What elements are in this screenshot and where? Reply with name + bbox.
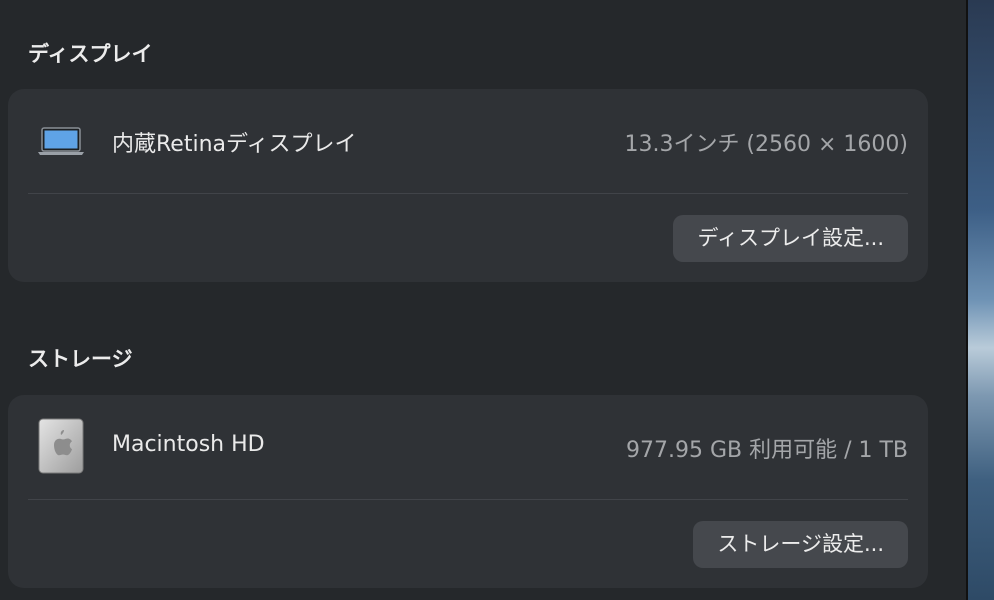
storage-capacity-value: 977.95 GB 利用可能 / 1 TB	[625, 438, 908, 463]
divider	[28, 499, 908, 500]
display-size-value: 13.3インチ (2560 × 1600)	[624, 132, 908, 157]
hard-drive-icon	[38, 418, 84, 478]
settings-window: ディスプレイ 内蔵Retinaディスプレイ 13.3インチ (2560 × 16…	[0, 0, 966, 600]
storage-row: Macintosh HD 977.95 GB 利用可能 / 1 TB	[8, 395, 928, 495]
desktop-wallpaper-strip	[966, 0, 994, 600]
display-settings-button[interactable]: ディスプレイ設定...	[673, 215, 908, 262]
display-name-label: 内蔵Retinaディスプレイ	[112, 132, 357, 157]
display-row: 内蔵Retinaディスプレイ 13.3インチ (2560 × 1600)	[8, 89, 928, 189]
storage-section-title: ストレージ	[28, 347, 133, 371]
storage-card: Macintosh HD 977.95 GB 利用可能 / 1 TB ストレージ…	[8, 395, 928, 588]
display-section-title: ディスプレイ	[28, 42, 153, 66]
laptop-icon	[38, 127, 84, 161]
display-card: 内蔵Retinaディスプレイ 13.3インチ (2560 × 1600) ディス…	[8, 89, 928, 282]
divider	[28, 193, 908, 194]
storage-settings-button[interactable]: ストレージ設定...	[693, 521, 908, 568]
storage-volume-label: Macintosh HD	[112, 432, 265, 457]
